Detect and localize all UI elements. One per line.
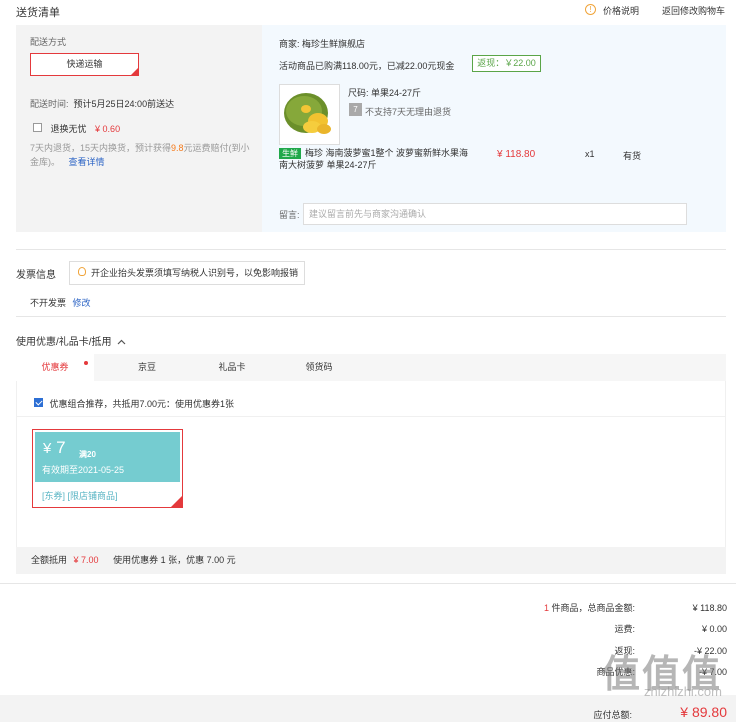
product-name[interactable]: 梅珍 海南菠萝蜜1整个 波萝蜜新鲜水果海南大树菠萝 单果24-27斤: [279, 148, 468, 170]
return-note: 7天内退货，15天内换货，预计获得9.8元运费赔付(到小金库)。 查看详情: [30, 141, 255, 169]
merchant-name[interactable]: 梅珍生鲜旗舰店: [302, 39, 365, 49]
payable-value: ¥ 89.80: [680, 704, 727, 720]
page-title: 送货清单: [16, 7, 60, 19]
combo-checkbox[interactable]: [34, 398, 43, 407]
memo-label: 留言:: [279, 210, 300, 220]
shipping-method-label: 配送方式: [30, 37, 67, 47]
selected-corner-icon: [131, 68, 138, 75]
express-shipping-button[interactable]: 快递运输: [30, 53, 139, 76]
divider: [16, 316, 726, 317]
total-items-row: 1 件商品，总商品金额: ¥ 118.80: [487, 601, 727, 615]
coupon-expiry: 有效期至2021-05-25: [42, 465, 125, 475]
info-icon: !: [585, 4, 596, 15]
summary-text: 使用优惠券 1 张，优惠 7.00 元: [113, 555, 236, 565]
tab-pickup-code[interactable]: 领货码: [280, 354, 358, 381]
view-details-link[interactable]: 查看详情: [69, 157, 105, 167]
shipping-fee-row: 运费: ¥ 0.00: [487, 622, 727, 636]
summary-amount: ¥ 7.00: [73, 555, 99, 565]
return-free-price: ¥ 0.60: [95, 124, 121, 134]
coupon-amount-value: 7: [56, 438, 66, 457]
shipping-fee-label: 运费:: [614, 624, 635, 634]
tab-coupons[interactable]: 优惠券: [16, 354, 94, 381]
return-free-checkbox[interactable]: [33, 123, 42, 132]
summary-label: 全额抵用: [31, 555, 68, 565]
delivery-time-label: 配送时间:: [30, 99, 69, 109]
invoice-edit-link[interactable]: 修改: [73, 298, 91, 308]
invoice-status: 不开发票: [30, 298, 67, 308]
chevron-up-icon: [117, 339, 126, 345]
no-return-icon: 7: [349, 103, 362, 116]
product-image[interactable]: [279, 84, 340, 145]
total-items-value: ¥ 118.80: [692, 603, 727, 613]
coupon-amount: ¥ 7: [43, 438, 66, 458]
invoice-tip-text: 开企业抬头发票须填写纳税人识别号，以免影响报销: [91, 268, 299, 278]
no-return-text: 不支持7天无理由退货: [365, 107, 452, 117]
coupon-scope: [东券] [限店铺商品]: [42, 491, 118, 501]
return-free-option: 退换无忧 ¥ 0.60: [33, 122, 120, 135]
combo-text: 优惠组合推荐，共抵用7.00元：使用优惠券1张: [49, 399, 235, 409]
product-size: 尺码: 单果24-27斤: [348, 86, 421, 99]
shipping-fee-value: ¥ 0.00: [701, 624, 727, 634]
lightbulb-icon: [78, 267, 86, 276]
return-free-label: 退换无忧: [50, 124, 87, 134]
watermark-url: zhizhizhi.com: [643, 684, 722, 699]
item-count: 1: [543, 603, 549, 613]
tab-gift-card[interactable]: 礼品卡: [193, 354, 271, 381]
items-label: 件商品，总商品金额:: [551, 603, 635, 613]
product-stock: 有货: [623, 151, 642, 161]
coupon-condition: 满20: [79, 450, 96, 459]
payable-bar: 应付总额: ¥ 89.80: [0, 695, 736, 722]
coupon-summary: 全额抵用 ¥ 7.00 使用优惠券 1 张，优惠 7.00 元: [16, 547, 726, 574]
invoice-status-row: 不开发票 修改: [30, 296, 91, 309]
divider: [16, 249, 726, 250]
tab-label: 优惠券: [41, 362, 69, 372]
coupon-section-label: 使用优惠/礼品卡/抵用: [16, 337, 112, 348]
fresh-badge: 生鲜: [279, 148, 301, 159]
size-label: 尺码:: [348, 88, 369, 98]
cashback-tag: 返现：￥22.00: [472, 55, 541, 72]
selected-check-icon: [171, 496, 182, 507]
invoice-tip: 开企业抬头发票须填写纳税人识别号，以免影响报销: [69, 261, 305, 285]
size-value: 单果24-27斤: [371, 88, 422, 98]
merchant-label: 商家:: [279, 39, 300, 49]
total-items-label: 1 件商品，总商品金额:: [544, 601, 635, 615]
delivery-time-value: 预计5月25日24:00前送达: [73, 99, 175, 109]
merchant-info: 商家: 梅珍生鲜旗舰店: [279, 37, 365, 50]
promo-text: 活动商品已购满118.00元，已减22.00元现金: [279, 61, 455, 71]
divider: [0, 583, 736, 584]
divider: [17, 416, 725, 417]
new-dot-icon: [84, 361, 88, 365]
product-name-block: 生鲜 梅珍 海南菠萝蜜1整个 波萝蜜新鲜水果海南大树菠萝 单果24-27斤: [279, 147, 469, 171]
payable-label: 应付总额:: [593, 710, 632, 720]
back-to-cart-link[interactable]: 返回修改购物车: [662, 4, 725, 17]
delivery-time: 配送时间: 预计5月25日24:00前送达: [30, 97, 174, 110]
coupon-card-header: ¥ 7 满20 有效期至2021-05-25: [35, 432, 180, 482]
combo-recommend: 优惠组合推荐，共抵用7.00元：使用优惠券1张: [34, 397, 234, 410]
tab-jingdou[interactable]: 京豆: [108, 354, 186, 381]
jackfruit-image: [280, 85, 339, 144]
return-note-amount: 9.8: [171, 143, 184, 153]
product-qty: x1: [585, 149, 595, 159]
product-price: ¥ 118.80: [497, 149, 536, 160]
price-info-link[interactable]: 价格说明: [603, 4, 639, 17]
coupon-section-title[interactable]: 使用优惠/礼品卡/抵用: [16, 333, 126, 348]
invoice-title: 发票信息: [16, 270, 56, 281]
return-note-prefix: 7天内退货，15天内换货，预计获得: [30, 143, 172, 153]
memo-input[interactable]: 建议留言前先与商家沟通确认: [303, 203, 687, 225]
coupon-yen: ¥: [43, 440, 52, 457]
express-shipping-label: 快递运输: [66, 59, 103, 69]
